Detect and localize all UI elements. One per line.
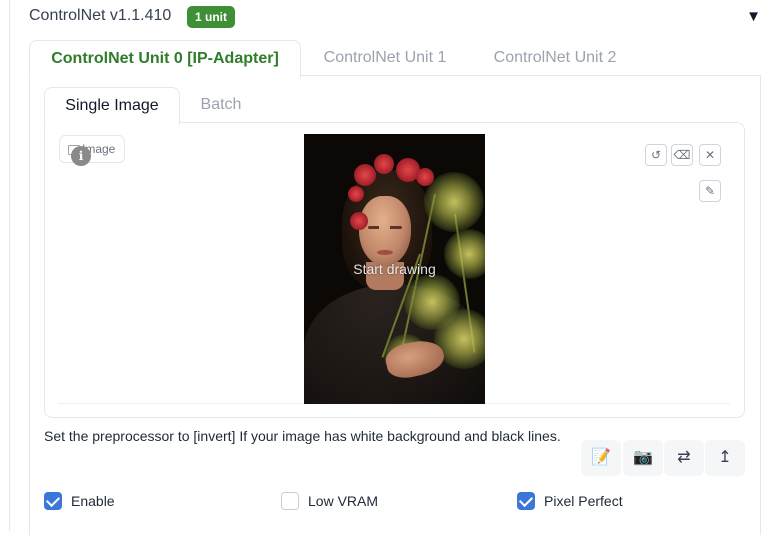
accordion-title: ControlNet v1.1.410 [29,7,172,24]
pixel-perfect-checkbox[interactable] [517,492,535,510]
enable-label: Enable [71,493,115,509]
start-drawing-hint: Start drawing [353,261,436,277]
photo-flower [354,164,376,186]
close-icon[interactable]: ✕ [699,144,721,166]
photo-eyes [368,226,402,229]
photo-lips [377,250,393,255]
tab-unit-2[interactable]: ControlNet Unit 2 [475,40,635,76]
brush-icon[interactable]: ✎ [699,180,721,202]
tab-single-image[interactable]: Single Image [44,87,180,125]
pixel-perfect-label: Pixel Perfect [544,493,623,509]
panel-left-border [9,0,10,531]
photo-dill [424,172,484,232]
tab-unit-0[interactable]: ControlNet Unit 0 [IP-Adapter] [29,40,301,78]
undo-icon[interactable]: ↺ [645,144,667,166]
preprocessor-note: Set the preprocessor to [invert] If your… [44,428,561,444]
upload-arrow-icon[interactable]: ↥ [705,440,745,476]
enable-checkbox[interactable] [44,492,62,510]
image-tabs: Single Image Batch [44,87,744,125]
low-vram-checkbox[interactable] [281,492,299,510]
collapse-triangle-icon[interactable]: ▼ [746,8,761,25]
image-label: Image [59,135,126,163]
units-badge: 1 unit [187,6,235,28]
eraser-icon[interactable]: ⌫ [671,144,693,166]
edit-icon[interactable]: 📝 [581,440,621,476]
photo-face [359,196,411,266]
photo-flower [350,212,368,230]
photo-flower [374,154,394,174]
tab-batch[interactable]: Batch [182,87,260,123]
swap-icon[interactable]: ⇄ [664,440,704,476]
photo-flower [348,186,364,202]
tab-unit-1[interactable]: ControlNet Unit 1 [305,40,465,76]
unit-tabs: ControlNet Unit 0 [IP-Adapter] ControlNe… [29,40,761,78]
controlnet-accordion-header[interactable]: ControlNet v1.1.410 1 unit ▼ [29,4,764,32]
low-vram-label: Low VRAM [308,493,379,509]
info-icon[interactable]: i [71,146,91,166]
camera-icon[interactable]: 📷 [623,440,663,476]
